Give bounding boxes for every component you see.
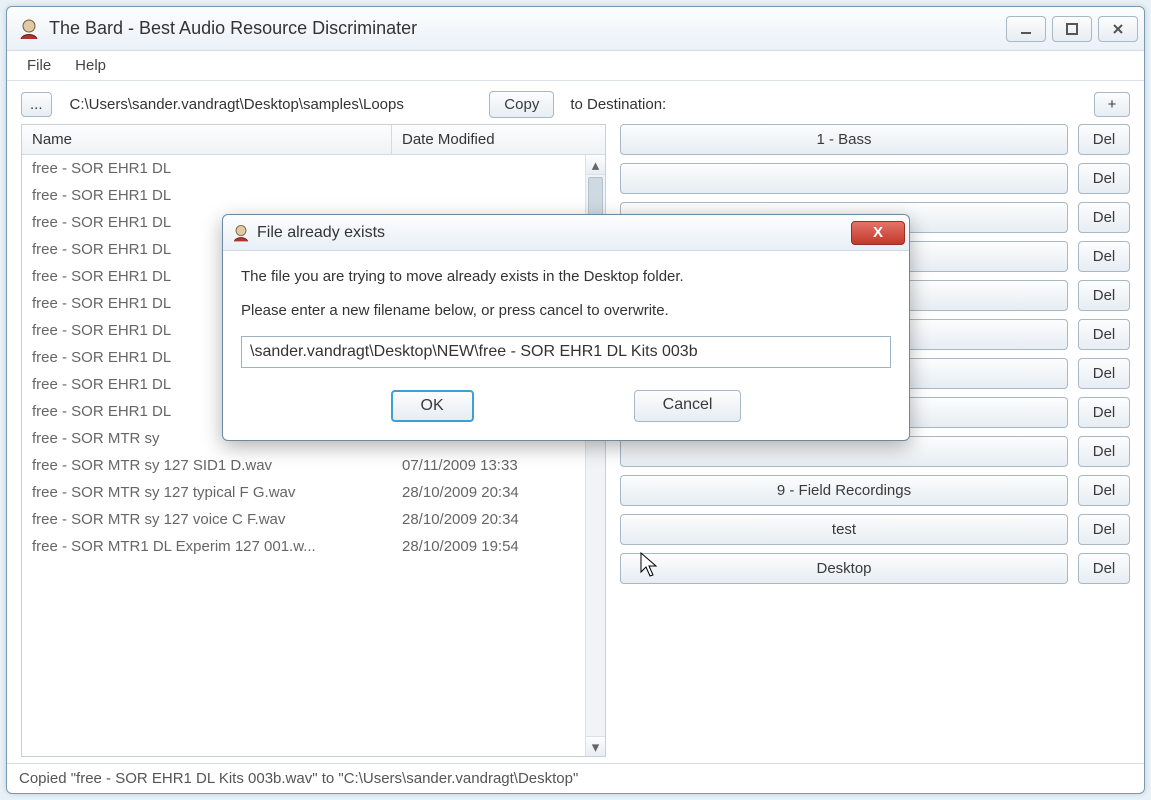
minimize-button[interactable]: [1006, 16, 1046, 42]
to-destination-label: to Destination:: [564, 96, 672, 113]
delete-button[interactable]: Del: [1078, 202, 1130, 233]
menu-bar: File Help: [7, 51, 1144, 81]
table-row: free - SOR MTR sy 127 SID1 D.wav07/11/20…: [22, 452, 605, 479]
destination-button[interactable]: Desktop: [620, 553, 1068, 584]
table-row: free - SOR EHR1 DL: [22, 155, 605, 182]
status-text: Copied "free - SOR EHR1 DL Kits 003b.wav…: [19, 770, 578, 787]
dialog-body: The file you are trying to move already …: [223, 251, 909, 440]
dialog-message-2: Please enter a new filename below, or pr…: [241, 301, 891, 321]
table-row: free - SOR MTR1 DL Experim 127 001.w...2…: [22, 533, 605, 560]
column-date-modified[interactable]: Date Modified: [392, 125, 605, 154]
close-icon: X: [873, 224, 883, 241]
destination-button[interactable]: [620, 163, 1068, 194]
dialog-title-bar[interactable]: File already exists X: [223, 215, 909, 251]
delete-button[interactable]: Del: [1078, 514, 1130, 545]
menu-file[interactable]: File: [15, 53, 63, 78]
delete-button[interactable]: Del: [1078, 358, 1130, 389]
delete-button[interactable]: Del: [1078, 319, 1130, 350]
dialog-close-button[interactable]: X: [851, 221, 905, 245]
delete-button[interactable]: Del: [1078, 436, 1130, 467]
list-header: Name Date Modified: [22, 125, 605, 155]
delete-button[interactable]: Del: [1078, 397, 1130, 428]
file-exists-dialog: File already exists X The file you are t…: [222, 214, 910, 441]
destination-button[interactable]: [620, 436, 1068, 467]
destination-button[interactable]: 9 - Field Recordings: [620, 475, 1068, 506]
status-bar: Copied "free - SOR EHR1 DL Kits 003b.wav…: [7, 763, 1144, 793]
app-icon: [17, 17, 41, 41]
toolbar: ... C:\Users\sander.vandragt\Desktop\sam…: [21, 91, 1130, 118]
cancel-button[interactable]: Cancel: [634, 390, 742, 422]
copy-button[interactable]: Copy: [489, 91, 554, 118]
table-row: free - SOR MTR sy 127 typical F G.wav28/…: [22, 479, 605, 506]
delete-button[interactable]: Del: [1078, 163, 1130, 194]
destination-button[interactable]: test: [620, 514, 1068, 545]
dialog-app-icon: [231, 223, 251, 243]
destination-button[interactable]: 1 - Bass: [620, 124, 1068, 155]
current-path: C:\Users\sander.vandragt\Desktop\samples…: [62, 92, 480, 117]
table-row: free - SOR MTR sy 127 voice C F.wav28/10…: [22, 506, 605, 533]
column-name[interactable]: Name: [22, 125, 392, 154]
scroll-down-icon[interactable]: ▾: [586, 736, 605, 756]
delete-button[interactable]: Del: [1078, 241, 1130, 272]
browse-button[interactable]: ...: [21, 92, 52, 117]
window-title: The Bard - Best Audio Resource Discrimin…: [49, 18, 1000, 39]
close-button[interactable]: [1098, 16, 1138, 42]
dialog-message-1: The file you are trying to move already …: [241, 267, 891, 287]
scroll-up-icon[interactable]: ▴: [586, 155, 605, 175]
delete-button[interactable]: Del: [1078, 553, 1130, 584]
delete-button[interactable]: Del: [1078, 280, 1130, 311]
delete-button[interactable]: Del: [1078, 124, 1130, 155]
menu-help[interactable]: Help: [63, 53, 118, 78]
title-bar[interactable]: The Bard - Best Audio Resource Discrimin…: [7, 7, 1144, 51]
dialog-title: File already exists: [257, 224, 851, 242]
add-destination-button[interactable]: +: [1094, 92, 1130, 117]
maximize-button[interactable]: [1052, 16, 1092, 42]
delete-button[interactable]: Del: [1078, 475, 1130, 506]
filename-input[interactable]: [241, 336, 891, 368]
ok-button[interactable]: OK: [391, 390, 474, 422]
table-row: free - SOR EHR1 DL: [22, 182, 605, 209]
